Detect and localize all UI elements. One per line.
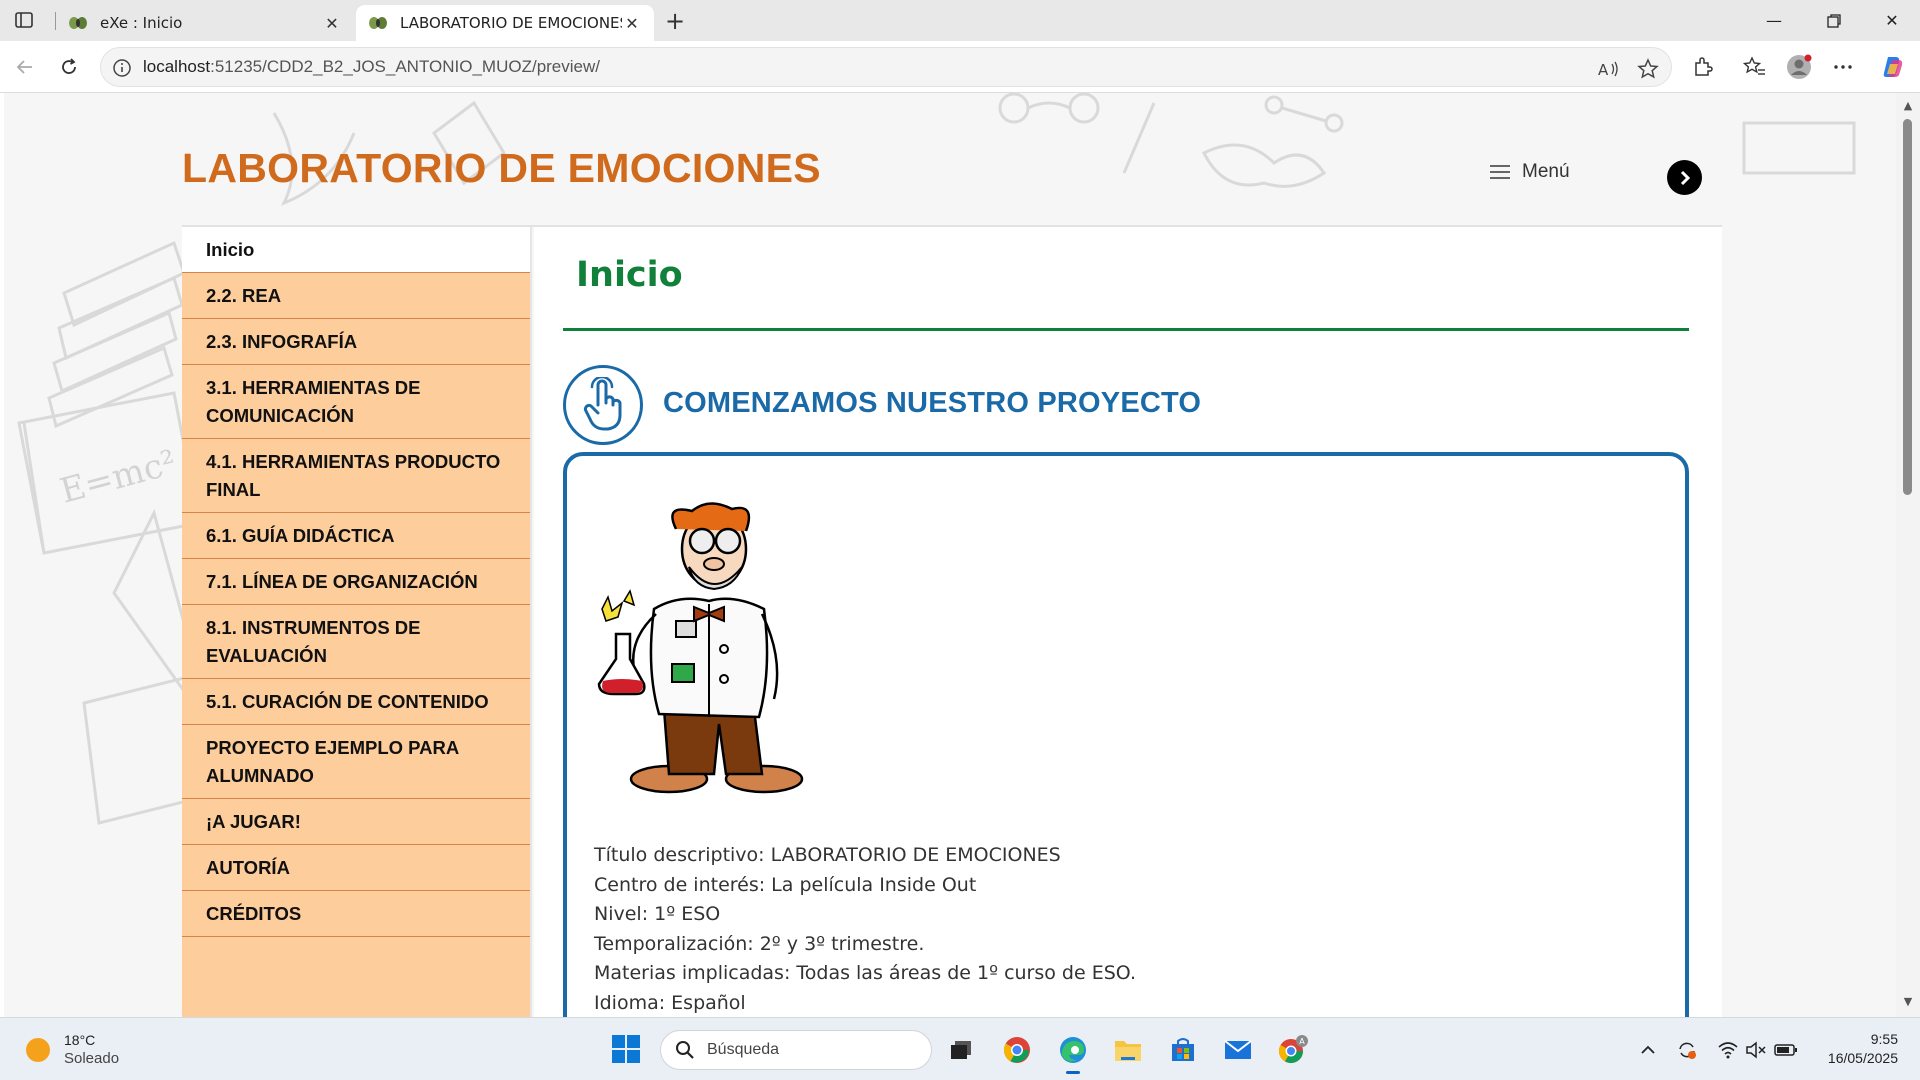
url-text: localhost:51235/CDD2_B2_JOS_ANTONIO_MUOZ… <box>143 57 600 77</box>
weather-widget[interactable]: 18°C Soleado <box>26 1032 119 1068</box>
taskbar-search[interactable]: Búsqueda <box>660 1030 932 1070</box>
file-explorer-icon[interactable] <box>1110 1032 1146 1068</box>
scientist-illustration <box>597 502 804 794</box>
sidebar-item-proyecto-ejemplo[interactable]: PROYECTO EJEMPLO PARA ALUMNADO <box>182 725 530 799</box>
back-icon[interactable] <box>8 50 42 84</box>
scrollbar-thumb[interactable] <box>1903 119 1912 495</box>
close-tab-icon[interactable]: ✕ <box>622 13 642 33</box>
chevron-right-icon <box>1680 170 1690 185</box>
page-scrollbar[interactable]: ▲ ▼ <box>1896 93 1920 1017</box>
chrome-profile-icon[interactable]: A <box>1275 1032 1311 1068</box>
search-icon <box>676 1041 694 1059</box>
sidebar-item-rea[interactable]: 2.2. REA <box>182 273 530 319</box>
svg-text:E=mc²: E=mc² <box>56 442 181 511</box>
browser-tab-strip: eXe : Inicio ✕ LABORATORIO DE EMOCIONES … <box>0 0 1920 41</box>
idevice-title: COMENZAMOS NUESTRO PROYECTO <box>663 387 1202 419</box>
show-hidden-icons-icon[interactable] <box>1636 1038 1660 1062</box>
info-line-title: Título descriptivo: LABORATORIO DE EMOCI… <box>594 844 1061 866</box>
windows-start-icon[interactable] <box>611 1034 641 1064</box>
more-options-icon[interactable] <box>1826 50 1860 84</box>
tab-title: eXe : Inicio <box>100 14 183 32</box>
title-underline <box>563 328 1689 331</box>
sidebar-nav: Inicio 2.2. REA 2.3. INFOGRAFÍA 3.1. HER… <box>182 227 532 1017</box>
info-line-subjects: Materias implicadas: Todas las áreas de … <box>594 962 1137 984</box>
sidebar-item-herramientas-comunicacion[interactable]: 3.1. HERRAMIENTAS DE COMUNICACIÓN <box>182 365 530 439</box>
menu-label: Menú <box>1522 161 1570 182</box>
menu-toggle-button[interactable]: Menú <box>1490 161 1570 183</box>
site-info-icon[interactable] <box>111 57 133 79</box>
browser-tab-exe[interactable]: eXe : Inicio ✕ <box>56 5 354 41</box>
url-host: localhost <box>143 57 211 76</box>
clock-time: 9:55 <box>1870 1031 1898 1047</box>
close-window-icon[interactable]: ✕ <box>1864 0 1920 41</box>
page-title: Inicio <box>576 255 683 295</box>
tab-actions-icon[interactable] <box>8 7 40 33</box>
sidebar-item-infografia[interactable]: 2.3. INFOGRAFÍA <box>182 319 530 365</box>
sun-icon <box>26 1038 50 1062</box>
mail-icon[interactable] <box>1220 1032 1256 1068</box>
chrome-icon[interactable] <box>999 1032 1035 1068</box>
sidebar-item-linea-organizacion[interactable]: 7.1. LÍNEA DE ORGANIZACIÓN <box>182 559 530 605</box>
url-path: :51235/CDD2_B2_JOS_ANTONIO_MUOZ/preview/ <box>210 57 600 76</box>
battery-icon[interactable] <box>1774 1038 1798 1062</box>
site-title[interactable]: LABORATORIO DE EMOCIONES <box>182 145 821 192</box>
windows-taskbar: 18°C Soleado Búsqueda A 9:55 16/05/2025 <box>0 1017 1920 1080</box>
info-line-level: Nivel: 1º ESO <box>594 903 721 925</box>
tab-title: LABORATORIO DE EMOCIONES <box>400 14 622 32</box>
copilot-icon[interactable] <box>1876 50 1910 84</box>
exe-favicon-icon <box>369 17 387 29</box>
scroll-down-icon[interactable]: ▼ <box>1901 995 1915 1009</box>
scroll-up-icon[interactable]: ▲ <box>1901 99 1915 113</box>
sidebar-item-a-jugar[interactable]: ¡A JUGAR! <box>182 799 530 845</box>
new-tab-icon[interactable]: + <box>660 6 690 36</box>
sidebar-item-inicio[interactable]: Inicio <box>182 227 530 273</box>
weather-temperature: 18°C <box>64 1032 96 1048</box>
store-icon[interactable] <box>1165 1032 1201 1068</box>
idevice-content-box: Título descriptivo: LABORATORIO DE EMOCI… <box>563 452 1689 1017</box>
reload-icon[interactable] <box>52 50 86 84</box>
hand-pointer-icon <box>563 365 643 445</box>
info-line-interest: Centro de interés: La película Inside Ou… <box>594 873 977 896</box>
sidebar-item-guia-didactica[interactable]: 6.1. GUÍA DIDÁCTICA <box>182 513 530 559</box>
project-info: Título descriptivo: LABORATORIO DE EMOCI… <box>594 841 1136 1017</box>
volume-muted-icon[interactable] <box>1744 1038 1768 1062</box>
read-aloud-icon[interactable]: A <box>1595 56 1621 82</box>
sidebar-item-instrumentos-evaluacion[interactable]: 8.1. INSTRUMENTOS DE EVALUACIÓN <box>182 605 530 679</box>
svg-text:A: A <box>1299 1037 1305 1046</box>
sync-icon[interactable] <box>1675 1038 1699 1062</box>
search-placeholder: Búsqueda <box>707 1041 780 1058</box>
edge-icon[interactable] <box>1055 1032 1091 1074</box>
svg-text:A: A <box>1598 61 1609 78</box>
system-clock[interactable]: 9:55 16/05/2025 <box>1818 1030 1898 1068</box>
sidebar-item-herramientas-producto-final[interactable]: 4.1. HERRAMIENTAS PRODUCTO FINAL <box>182 439 530 513</box>
wifi-icon[interactable] <box>1716 1038 1740 1062</box>
favorite-star-icon[interactable] <box>1635 56 1661 82</box>
sidebar-item-creditos[interactable]: CRÉDITOS <box>182 891 530 937</box>
clock-date: 16/05/2025 <box>1827 1050 1898 1066</box>
next-page-button[interactable] <box>1667 160 1702 195</box>
close-tab-icon[interactable]: ✕ <box>322 13 342 33</box>
extensions-icon[interactable] <box>1686 50 1720 84</box>
restore-icon[interactable] <box>1806 0 1862 41</box>
page-viewport: E=mc² LABORATORIO DE EMOCIONES Menú Inic… <box>4 93 1896 1017</box>
favorites-icon[interactable] <box>1738 50 1772 84</box>
sidebar-item-curacion-contenido[interactable]: 5.1. CURACIÓN DE CONTENIDO <box>182 679 530 725</box>
exe-favicon-icon <box>69 17 87 29</box>
address-bar[interactable]: localhost:51235/CDD2_B2_JOS_ANTONIO_MUOZ… <box>100 47 1672 87</box>
sidebar-item-autoria[interactable]: AUTORÍA <box>182 845 530 891</box>
minimize-icon[interactable]: — <box>1746 0 1802 41</box>
browser-toolbar: localhost:51235/CDD2_B2_JOS_ANTONIO_MUOZ… <box>0 41 1920 93</box>
main-content: Inicio COMENZAMOS NUESTRO PROYECTO Títul… <box>534 227 1722 1017</box>
info-line-language: Idioma: Español <box>594 991 746 1014</box>
weather-condition: Soleado <box>64 1050 120 1067</box>
hamburger-icon <box>1490 165 1510 179</box>
task-view-icon[interactable] <box>943 1032 979 1068</box>
info-line-timing: Temporalización: 2º y 3º trimestre. <box>594 932 925 955</box>
browser-tab-laboratorio[interactable]: LABORATORIO DE EMOCIONES ✕ <box>356 5 654 41</box>
profile-avatar-icon[interactable] <box>1782 50 1816 84</box>
